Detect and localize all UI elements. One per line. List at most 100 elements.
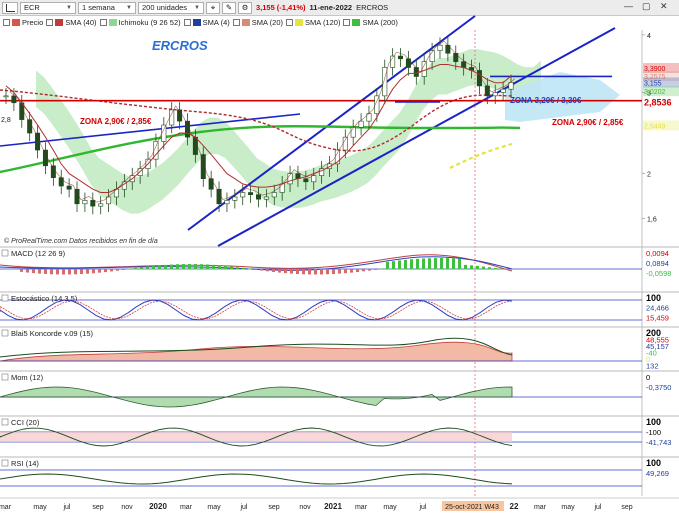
candle-body: [90, 200, 96, 207]
panel-checkbox: [1, 329, 9, 337]
indicator-panel-0: MACD (12 26 9) 0,00940,0894-0,0598: [0, 246, 679, 278]
x-tick-label: 25-oct-2021 W43: [445, 504, 499, 511]
candle-body: [413, 67, 419, 77]
panel-value: 15,459: [646, 313, 669, 322]
macd-histogram-bar: [236, 267, 239, 270]
x-tick-label: sep: [268, 504, 279, 511]
panel-value: -41,743: [646, 438, 671, 447]
candle-body: [476, 70, 482, 87]
macd-histogram-bar: [38, 269, 41, 274]
candle-body: [311, 175, 317, 183]
candle-body: [421, 61, 427, 77]
macd-histogram-bar: [152, 265, 155, 270]
panel-checkbox: [1, 249, 9, 257]
x-tick-label: mar: [180, 504, 193, 511]
x-tick-label: may: [383, 504, 397, 511]
zone-label-resistance: ZONA 3,20€ / 3,30€: [510, 96, 582, 105]
macd-histogram-bar: [140, 267, 143, 270]
panel-value: 100: [646, 458, 661, 468]
macd-histogram-bar: [500, 268, 503, 270]
panel-title: CCI (20): [11, 418, 40, 427]
data-source-note: © ProRealTime.com Datos recibidos en fin…: [4, 237, 158, 245]
candle-body: [484, 85, 490, 97]
panel-value: 100: [646, 417, 661, 427]
macd-histogram-bar: [218, 265, 221, 270]
x-tick-label: jul: [418, 504, 426, 511]
price-label: 3,0202: [644, 89, 666, 96]
macd-histogram-bar: [350, 269, 353, 273]
x-tick-label: may: [561, 504, 575, 511]
x-tick-label: jul: [239, 504, 247, 511]
candle-body: [398, 55, 404, 60]
macd-histogram-bar: [290, 269, 293, 274]
macd-histogram-bar: [458, 258, 461, 270]
macd-histogram-bar: [452, 258, 455, 270]
macd-histogram-bar: [134, 267, 137, 270]
macd-histogram-bar: [338, 269, 341, 274]
x-tick-label: jul: [593, 504, 601, 511]
macd-histogram-bar: [284, 269, 287, 274]
macd-histogram-bar: [494, 267, 497, 270]
macd-histogram-bar: [326, 269, 329, 275]
candle-body: [58, 177, 64, 187]
panel-title: Mom (12): [11, 373, 44, 382]
candle-body: [224, 200, 230, 205]
candle-body: [358, 120, 364, 128]
macd-histogram-bar: [254, 269, 257, 270]
zone-label-support-left: ZONA 2,90€ / 2,85€: [80, 117, 152, 126]
macd-histogram-bar: [212, 264, 215, 270]
macd-histogram-bar: [176, 264, 179, 270]
x-tick-label: sep: [621, 504, 632, 511]
mom-area: [0, 386, 513, 408]
price-chart[interactable]: ERCROS © ProRealTime.com Datos recibidos …: [0, 0, 679, 513]
macd-histogram-bar: [104, 269, 107, 273]
price-label: 2,5449: [644, 123, 666, 130]
panel-value: -0,3750: [646, 383, 671, 392]
candle-body: [184, 120, 190, 138]
macd-histogram-bar: [506, 269, 509, 270]
y-tick-label: 4: [647, 33, 651, 40]
macd-histogram-bar: [356, 269, 359, 273]
candle-body: [500, 88, 506, 93]
x-tick-label: nov: [299, 504, 311, 511]
zone-label-support-right: ZONA 2,90€ / 2,85€: [552, 118, 624, 127]
indicator-panel-5: RSI (14) 10049,269: [0, 456, 679, 487]
x-tick-label: mar: [534, 504, 547, 511]
ichimoku-cloud: [36, 49, 541, 214]
macd-histogram-bar: [482, 266, 485, 270]
x-tick-label: sep: [92, 504, 103, 511]
candle-body: [42, 149, 48, 167]
macd-histogram-bar: [332, 269, 335, 275]
panel-checkbox: [1, 418, 9, 426]
macd-histogram-bar: [386, 261, 389, 270]
macd-histogram-bar: [464, 264, 467, 270]
macd-histogram-bar: [158, 265, 161, 270]
panel-title: Blai5 Koncorde v.09 (15): [11, 329, 93, 338]
candle-body: [263, 196, 269, 200]
panel-title: MACD (12 26 9): [11, 249, 66, 258]
indicator-panel-4: CCI (20) 100-100-41,743: [0, 415, 679, 447]
macd-histogram-bar: [296, 269, 299, 274]
candle-body: [98, 203, 104, 207]
panel-value: -0,0598: [646, 269, 671, 278]
macd-histogram-bar: [32, 269, 35, 274]
candle-body: [492, 92, 498, 97]
panel-value: 49,269: [646, 469, 669, 478]
y-tick-label: 1,6: [647, 216, 657, 223]
macd-histogram-bar: [164, 264, 167, 270]
candle-body: [240, 192, 246, 198]
x-tick-label: may: [207, 504, 221, 511]
macd-histogram-bar: [380, 268, 383, 270]
candle-body: [35, 132, 41, 151]
macd-histogram-bar: [128, 268, 131, 270]
panel-checkbox: [1, 459, 9, 467]
candle-body: [342, 136, 348, 151]
macd-histogram-bar: [188, 264, 191, 270]
macd-histogram-bar: [302, 269, 305, 275]
indicator-panel-1: Estocástico (14 3 5) 10024,46615,459: [0, 291, 679, 322]
macd-histogram-bar: [206, 264, 209, 270]
macd-histogram-bar: [50, 269, 53, 275]
macd-histogram-bar: [56, 269, 59, 275]
candle-body: [82, 200, 88, 205]
panel-value: 100: [646, 293, 661, 303]
